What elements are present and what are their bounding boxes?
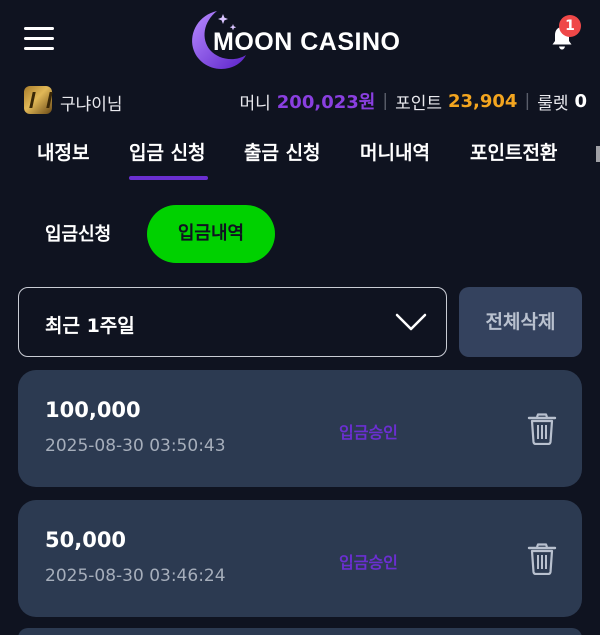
app-header: MOON CASINO 1	[0, 0, 600, 78]
divider: |	[524, 91, 531, 111]
tab-deposit-request[interactable]: 입금 신청	[129, 138, 206, 165]
chevron-down-icon	[395, 313, 427, 331]
period-select-value: 최근 1주일	[45, 315, 135, 337]
main-tabs: 내정보 입금 신청 출금 신청 머니내역 포인트전환	[0, 134, 600, 184]
deposit-card: 50,000 2025-08-30 03:46:24 입금승인	[18, 500, 582, 617]
tab-money-history[interactable]: 머니내역	[360, 138, 430, 165]
point-value: 23,904	[447, 90, 518, 112]
logo-text: MOON CASINO	[213, 28, 401, 56]
deposit-status: 입금승인	[339, 553, 398, 572]
tab-overflow-edge	[596, 146, 600, 162]
deposit-amount: 50,000	[45, 528, 127, 552]
tab-my-info[interactable]: 내정보	[37, 138, 89, 165]
notification-badge: 1	[559, 15, 581, 37]
tab-point-conversion[interactable]: 포인트전환	[470, 138, 557, 165]
deposit-card-partial	[18, 628, 582, 635]
deposit-status: 입금승인	[339, 423, 398, 442]
point-label: 포인트	[395, 93, 442, 114]
tab-withdraw-request[interactable]: 출금 신청	[244, 138, 321, 165]
money-value: 200,023원	[276, 92, 376, 113]
deposit-datetime: 2025-08-30 03:46:24	[45, 566, 226, 586]
delete-all-button[interactable]: 전체삭제	[459, 287, 582, 357]
avatar[interactable]	[24, 86, 52, 114]
trash-icon[interactable]	[527, 413, 557, 445]
money-label: 머니	[239, 93, 271, 114]
deposit-card: 100,000 2025-08-30 03:50:43 입금승인	[18, 370, 582, 487]
active-tab-indicator	[129, 176, 208, 180]
roulette-value: 0	[574, 90, 587, 112]
period-select[interactable]: 최근 1주일	[18, 287, 447, 357]
roulette-label: 룰렛	[537, 93, 569, 114]
hamburger-menu-icon[interactable]	[24, 27, 54, 51]
divider: |	[382, 91, 389, 111]
trash-icon[interactable]	[527, 543, 557, 575]
subtab-deposit-history[interactable]: 입금내역	[147, 205, 275, 263]
deposit-amount: 100,000	[45, 398, 141, 422]
username: 구냐이님	[60, 95, 123, 115]
user-bar: 구냐이님 머니 200,023원 | 포인트 23,904 | 룰렛 0	[0, 84, 600, 116]
logo[interactable]: MOON CASINO	[183, 6, 423, 72]
deposit-datetime: 2025-08-30 03:50:43	[45, 436, 226, 456]
subtab-deposit-request[interactable]: 입금신청	[45, 220, 111, 246]
balances: 머니 200,023원 | 포인트 23,904 | 룰렛 0	[240, 88, 588, 114]
